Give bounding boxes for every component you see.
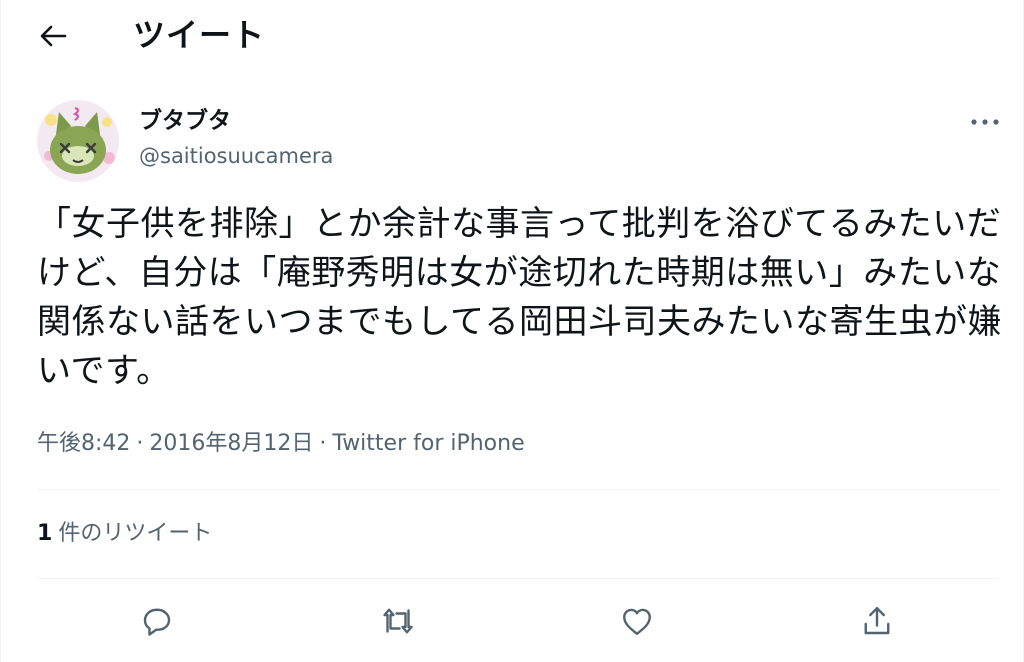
tweet-date[interactable]: 2016年8月12日 xyxy=(149,431,313,456)
tweet-text: 「女子供を排除」とか余計な事言って批判を浴びてるみたいだけど、自分は「庵野秀明は… xyxy=(37,204,1002,391)
retweet-button[interactable] xyxy=(372,595,424,647)
share-button[interactable] xyxy=(851,595,903,647)
page-title: ツイート xyxy=(133,16,266,54)
divider xyxy=(37,489,999,490)
like-icon xyxy=(623,608,651,635)
tweet-author: ブタブタ @saitiosuucamera xyxy=(37,98,999,188)
retweet-stats[interactable]: 1 件のリツイート xyxy=(37,518,212,550)
reply-button[interactable] xyxy=(131,595,183,647)
tweet-time[interactable]: 午後8:42 xyxy=(37,431,130,456)
back-button[interactable] xyxy=(31,18,75,54)
more-horizontal-icon xyxy=(971,119,999,125)
share-icon xyxy=(864,607,890,635)
tweet-actions xyxy=(37,595,999,647)
meta-separator: · xyxy=(319,431,327,456)
like-button[interactable] xyxy=(611,595,663,647)
tweet-source[interactable]: Twitter for iPhone xyxy=(332,431,524,456)
retweet-count: 1 xyxy=(37,521,53,546)
arrow-left-icon xyxy=(40,25,67,47)
avatar[interactable] xyxy=(37,100,119,182)
reply-icon xyxy=(143,608,171,636)
meta-separator: · xyxy=(136,431,144,456)
tweet-page: ツイート ブタブタ @saitiosuucamera 「女子供を排除」とか余計な… xyxy=(0,0,1024,662)
retweet-label: 件のリツイート xyxy=(58,521,213,546)
author-handle[interactable]: @saitiosuucamera xyxy=(139,142,333,170)
author-display-name[interactable]: ブタブタ xyxy=(139,106,231,136)
tweet-meta: 午後8:42 · 2016年8月12日 · Twitter for iPhone xyxy=(37,428,525,460)
more-button[interactable] xyxy=(967,108,1003,136)
cat-avatar xyxy=(37,100,119,182)
retweet-icon xyxy=(383,608,413,634)
page-header: ツイート xyxy=(1,0,1024,72)
divider xyxy=(37,578,999,579)
